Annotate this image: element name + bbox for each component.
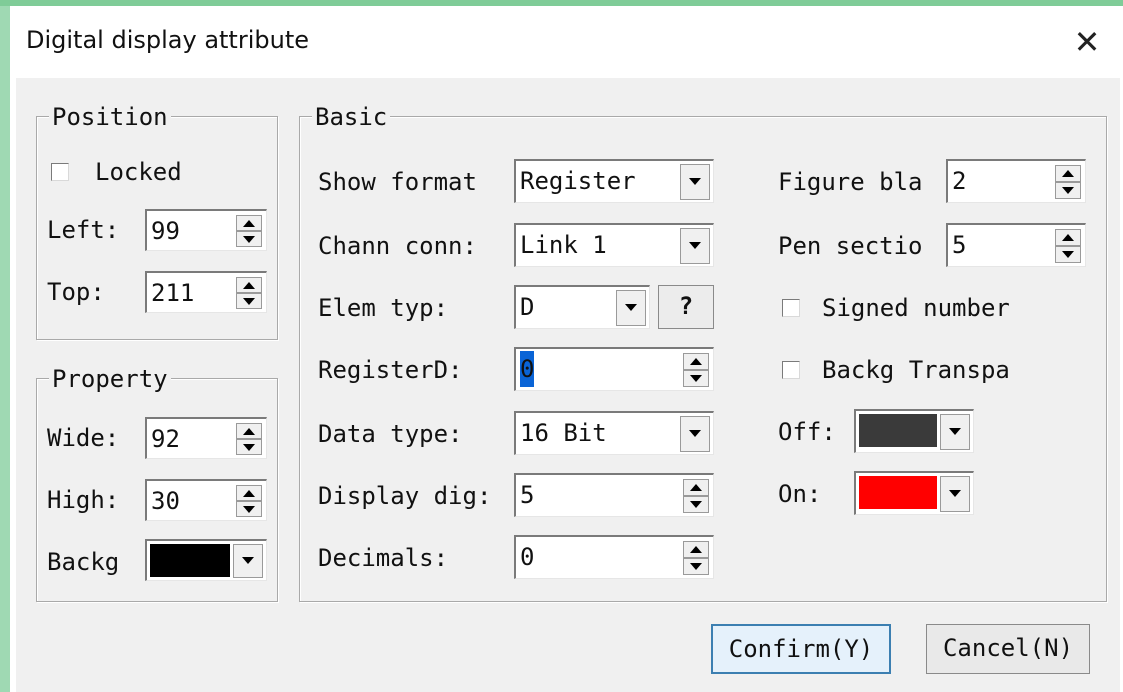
spin-up-icon[interactable] — [236, 215, 262, 231]
desktop-edge — [0, 0, 10, 692]
elem-typ-select[interactable]: D — [514, 285, 650, 329]
backg-color-swatch — [150, 544, 230, 577]
display-dig-input[interactable]: 5 — [514, 473, 714, 517]
help-button[interactable]: ? — [658, 285, 714, 329]
property-group-label: Property — [49, 365, 171, 393]
spin-up-icon[interactable] — [1055, 165, 1081, 182]
chevron-down-icon[interactable] — [616, 290, 646, 326]
decimals-label: Decimals: — [318, 544, 449, 572]
spin-down-icon[interactable] — [683, 558, 709, 575]
spin-down-icon[interactable] — [1055, 246, 1081, 263]
data-type-select[interactable]: 16 Bit — [514, 411, 714, 455]
chevron-down-icon[interactable] — [940, 414, 970, 450]
dialog-body: Position Locked Left: 99 Top: 211 Proper… — [16, 78, 1120, 692]
locked-checkbox[interactable] — [51, 163, 69, 181]
pen-section-input[interactable]: 5 — [946, 223, 1086, 267]
window-title: Digital display attribute — [26, 26, 309, 54]
confirm-button[interactable]: Confirm(Y) — [711, 624, 891, 674]
chevron-down-icon[interactable] — [940, 476, 970, 512]
spin-down-icon[interactable] — [683, 370, 709, 387]
title-bar: Digital display attribute ✕ — [10, 6, 1123, 78]
show-format-label: Show format — [318, 168, 477, 196]
on-color-swatch — [859, 476, 937, 509]
top-label: Top: — [47, 278, 105, 306]
backg-label: Backg — [47, 548, 120, 576]
signed-number-label: Signed number — [822, 294, 1010, 322]
chann-conn-select[interactable]: Link 1 — [514, 223, 714, 267]
spin-up-icon[interactable] — [1055, 229, 1081, 246]
top-input[interactable]: 211 — [145, 271, 267, 313]
position-group-label: Position — [49, 103, 171, 131]
spin-up-icon[interactable] — [236, 485, 262, 501]
data-type-label: Data type: — [318, 420, 463, 448]
basic-group: Basic Show format Register Chann conn: L… — [299, 103, 1107, 602]
off-color-swatch — [859, 414, 937, 447]
spin-up-icon[interactable] — [236, 277, 262, 293]
chevron-down-icon[interactable] — [680, 228, 710, 264]
show-format-select[interactable]: Register — [514, 159, 714, 203]
spin-up-icon[interactable] — [683, 479, 709, 496]
spin-down-icon[interactable] — [236, 293, 262, 309]
register-label: RegisterD: — [318, 356, 463, 384]
spin-down-icon[interactable] — [236, 231, 262, 247]
spin-down-icon[interactable] — [236, 501, 262, 517]
basic-group-label: Basic — [312, 103, 391, 131]
spin-up-icon[interactable] — [683, 541, 709, 558]
close-icon[interactable]: ✕ — [1065, 20, 1109, 64]
off-label: Off: — [778, 418, 836, 446]
signed-number-checkbox[interactable] — [782, 299, 800, 317]
left-input[interactable]: 99 — [145, 209, 267, 251]
on-label: On: — [778, 480, 822, 508]
off-color-picker[interactable] — [854, 409, 974, 453]
wide-label: Wide: — [47, 424, 120, 452]
spin-down-icon[interactable] — [1055, 182, 1081, 199]
chevron-down-icon[interactable] — [680, 164, 710, 200]
spin-down-icon[interactable] — [683, 496, 709, 513]
left-label: Left: — [47, 216, 120, 244]
position-group: Position Locked Left: 99 Top: 211 — [36, 103, 278, 340]
figure-bla-input[interactable]: 2 — [946, 159, 1086, 203]
chann-conn-label: Chann conn: — [318, 232, 477, 260]
pen-section-label: Pen sectio — [778, 232, 923, 260]
spin-up-icon[interactable] — [236, 423, 262, 439]
wide-input[interactable]: 92 — [145, 417, 267, 459]
backg-transpa-label: Backg Transpa — [822, 356, 1010, 384]
chevron-down-icon[interactable] — [233, 544, 263, 578]
backg-color-picker[interactable] — [145, 539, 267, 581]
decimals-input[interactable]: 0 — [514, 535, 714, 579]
display-dig-label: Display dig: — [318, 482, 492, 510]
chevron-down-icon[interactable] — [680, 416, 710, 452]
figure-bla-label: Figure bla — [778, 168, 923, 196]
backg-transpa-checkbox[interactable] — [782, 361, 800, 379]
register-input[interactable]: 0 — [514, 347, 714, 391]
on-color-picker[interactable] — [854, 471, 974, 515]
spin-down-icon[interactable] — [236, 439, 262, 455]
high-label: High: — [47, 486, 120, 514]
cancel-button[interactable]: Cancel(N) — [926, 624, 1090, 674]
high-input[interactable]: 30 — [145, 479, 267, 521]
spin-up-icon[interactable] — [683, 353, 709, 370]
locked-label: Locked — [95, 158, 182, 186]
elem-typ-label: Elem typ: — [318, 294, 449, 322]
property-group: Property Wide: 92 High: 30 Backg — [36, 365, 278, 602]
dialog-window: Digital display attribute ✕ Position Loc… — [0, 0, 1123, 692]
